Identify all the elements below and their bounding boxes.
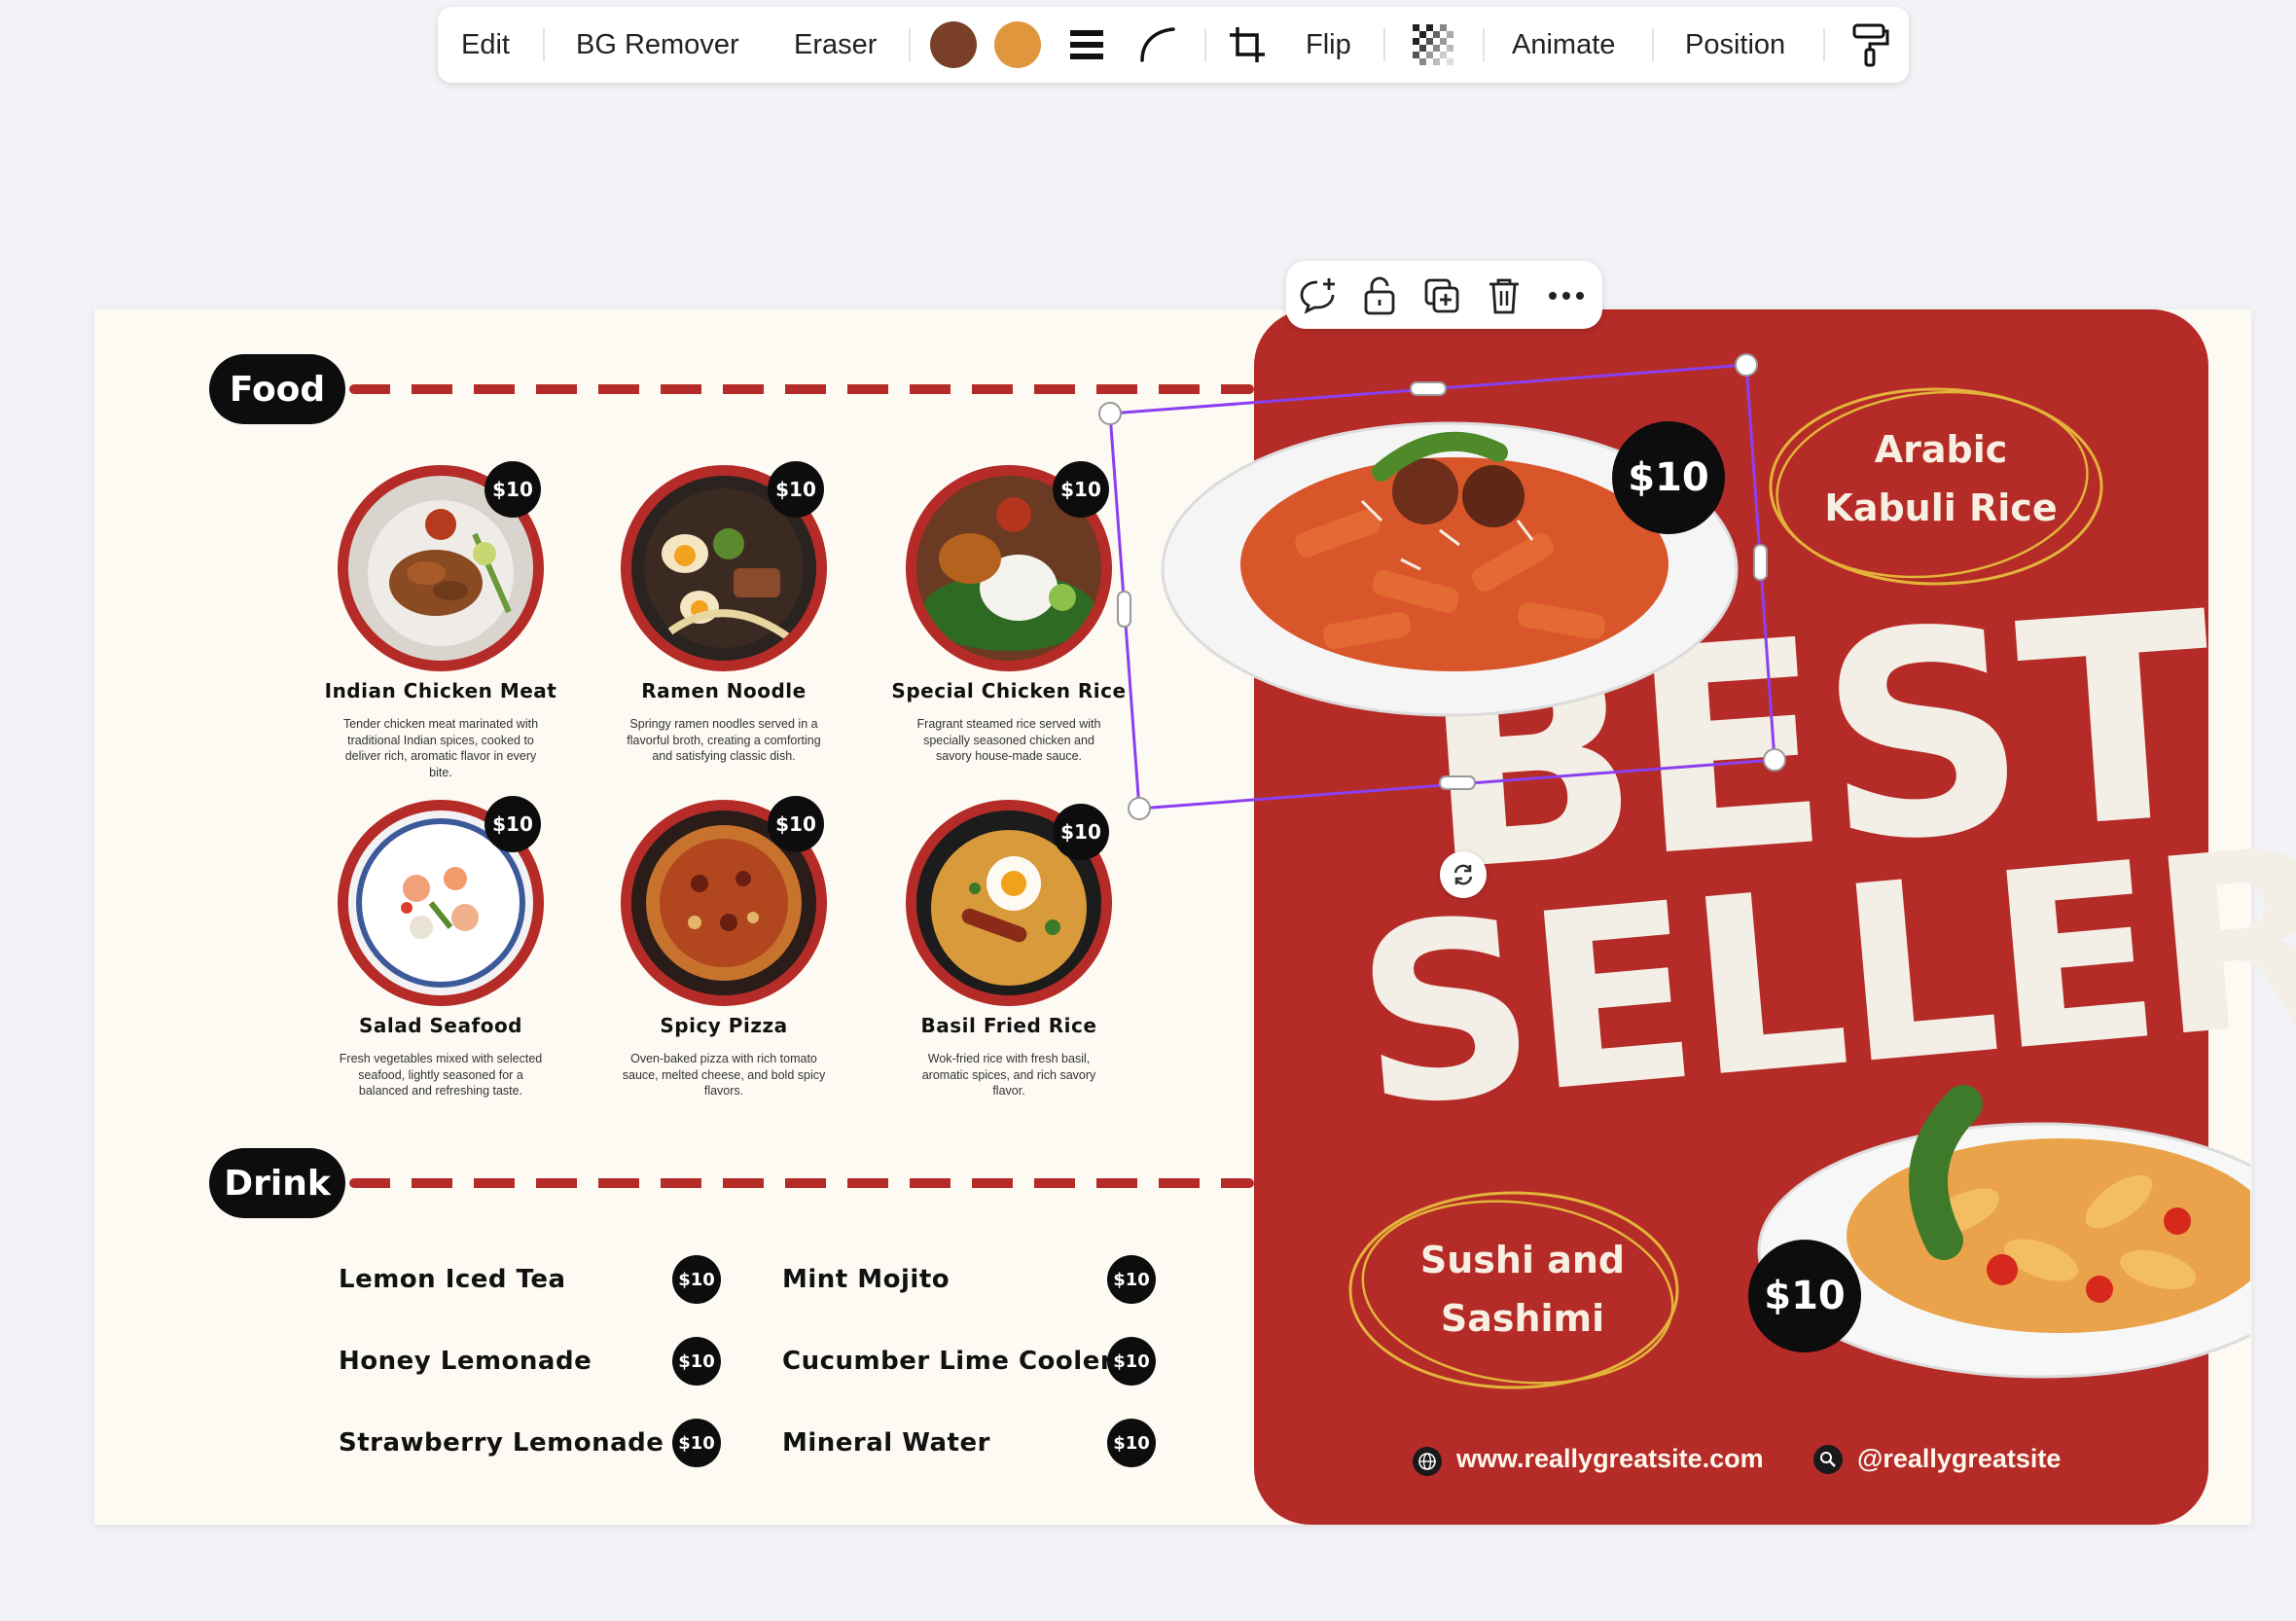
element-context-toolbar	[1286, 261, 1602, 329]
menu-item-salad-seafood[interactable]: $10 Salad Seafood Fresh vegetables mixed…	[295, 796, 587, 1099]
arabic-kabuli-rice-label[interactable]: Arabic Kabuli Rice	[1780, 420, 2101, 537]
drink-name: Mineral Water	[782, 1428, 990, 1458]
food-name: Ramen Noodle	[641, 679, 807, 702]
food-name: Basil Fried Rice	[920, 1014, 1097, 1037]
rotate-handle[interactable]	[1440, 851, 1487, 898]
price-badge: $10	[1107, 1337, 1156, 1386]
food-name: Indian Chicken Meat	[324, 679, 557, 702]
price-badge: $10	[672, 1419, 721, 1467]
food-description: Wok-fried rice with fresh basil, aromati…	[921, 1052, 1096, 1098]
trash-icon[interactable]	[1483, 274, 1525, 317]
toolbar-divider	[1383, 28, 1385, 61]
drink-name: Lemon Iced Tea	[339, 1265, 566, 1294]
lines-icon[interactable]	[1068, 7, 1105, 83]
drink-dashed-divider	[349, 1178, 1254, 1188]
social-handle[interactable]: @reallygreatsite	[1857, 1444, 2061, 1474]
duplicate-icon[interactable]	[1420, 274, 1463, 317]
drink-name: Honey Lemonade	[339, 1347, 592, 1376]
food-photo-indian-chicken: $10	[338, 461, 544, 671]
food-photo-basil-fried-rice: $10	[906, 800, 1112, 1006]
toolbar-divider	[1823, 28, 1825, 61]
price-badge: $10	[672, 1337, 721, 1386]
food-name: Salad Seafood	[359, 1014, 522, 1037]
crop-icon[interactable]	[1228, 7, 1267, 83]
menu-item-spicy-pizza[interactable]: $10 Spicy Pizza Oven-baked pizza with ri…	[578, 796, 870, 1099]
comment-add-icon[interactable]	[1296, 274, 1339, 317]
food-description: Fragrant steamed rice served with specia…	[916, 717, 1101, 763]
price-badge: $10	[768, 796, 824, 852]
toolbar-divider	[1204, 28, 1206, 61]
paint-roller-icon[interactable]	[1850, 7, 1889, 83]
drink-name: Cucumber Lime Cooler	[782, 1347, 1114, 1376]
food-description: Fresh vegetables mixed with selected sea…	[339, 1052, 543, 1098]
lock-icon[interactable]	[1358, 274, 1401, 317]
color-swatch-brown[interactable]	[930, 7, 977, 83]
toolbar-divider	[543, 28, 545, 61]
price-badge: $10	[672, 1255, 721, 1304]
corner-rounding-icon[interactable]	[1138, 7, 1177, 83]
toolbar-divider	[1652, 28, 1654, 61]
food-description: Tender chicken meat marinated with tradi…	[342, 717, 539, 779]
food-section-title: Food	[209, 354, 345, 424]
more-icon[interactable]	[1545, 274, 1588, 317]
sushi-line2: Sashimi	[1440, 1297, 1605, 1340]
menu-item-ramen-noodle[interactable]: $10 Ramen Noodle Springy ramen noodles s…	[578, 461, 870, 765]
eraser-button[interactable]: Eraser	[794, 7, 877, 83]
drink-name: Mint Mojito	[782, 1265, 951, 1294]
arabic-line2: Kabuli Rice	[1824, 486, 2058, 529]
sushi-line1: Sushi and	[1419, 1239, 1626, 1281]
animate-button[interactable]: Animate	[1512, 7, 1615, 83]
food-photo-salad-seafood: $10	[338, 796, 544, 1006]
price-badge: $10	[1107, 1255, 1156, 1304]
edit-button[interactable]: Edit	[461, 7, 510, 83]
selection-box[interactable]	[1090, 350, 1810, 827]
position-button[interactable]: Position	[1685, 7, 1785, 83]
menu-item-basil-fried-rice[interactable]: $10 Basil Fried Rice Wok-fried rice with…	[863, 800, 1155, 1099]
price-badge: $10	[1107, 1419, 1156, 1467]
price-badge: $10	[484, 461, 541, 518]
flip-button[interactable]: Flip	[1306, 7, 1351, 83]
website-link[interactable]: www.reallygreatsite.com	[1456, 1444, 1764, 1474]
price-badge: $10	[484, 796, 541, 852]
transparency-icon[interactable]	[1413, 7, 1453, 83]
bg-remover-button[interactable]: BG Remover	[576, 7, 739, 83]
food-description: Springy ramen noodles served in a flavor…	[627, 717, 821, 763]
food-description: Oven-baked pizza with rich tomato sauce,…	[622, 1052, 826, 1098]
toolbar-divider	[909, 28, 911, 61]
color-swatch-orange[interactable]	[994, 7, 1041, 83]
food-photo-spicy-pizza: $10	[621, 796, 827, 1006]
menu-item-indian-chicken-meat[interactable]: $10 Indian Chicken Meat Tender chicken m…	[295, 461, 587, 780]
globe-icon	[1413, 1447, 1442, 1476]
rotate-icon	[1453, 864, 1473, 885]
sushi-sashimi-label[interactable]: Sushi and Sashimi	[1362, 1231, 1683, 1348]
drink-name: Strawberry Lemonade	[339, 1428, 664, 1458]
toolbar-divider	[1483, 28, 1485, 61]
drink-section-title: Drink	[209, 1148, 345, 1218]
food-photo-chicken-rice: $10	[906, 461, 1112, 671]
bottom-price-badge[interactable]: $10	[1748, 1240, 1861, 1352]
image-edit-toolbar: Edit BG Remover Eraser Flip Animate Posi…	[438, 7, 1909, 83]
price-badge: $10	[768, 461, 824, 518]
food-photo-ramen: $10	[621, 461, 827, 671]
arabic-line1: Arabic	[1874, 428, 2008, 471]
search-icon	[1813, 1445, 1843, 1474]
food-name: Spicy Pizza	[660, 1014, 788, 1037]
